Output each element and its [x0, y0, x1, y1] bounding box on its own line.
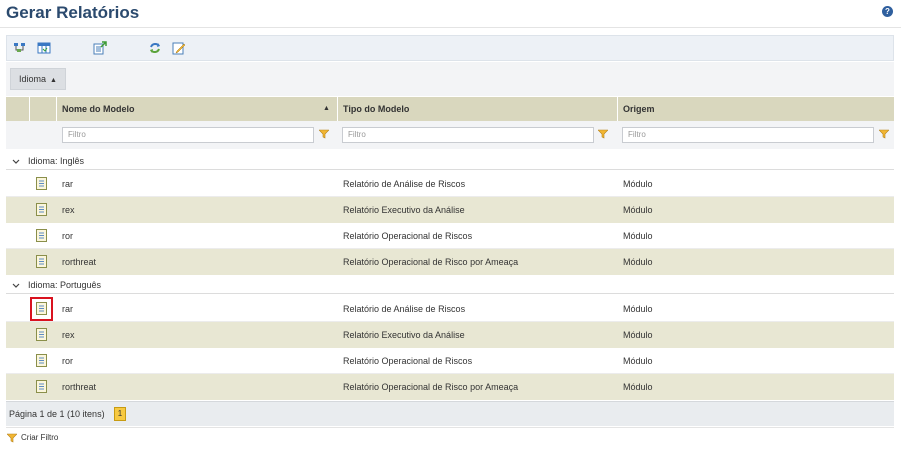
- cell-type: Relatório de Análise de Riscos: [343, 304, 466, 314]
- cell-name: ror: [62, 356, 73, 366]
- page-button-1[interactable]: 1: [114, 407, 126, 421]
- table-row[interactable]: rorthreat Relatório Operacional de Risco…: [6, 249, 894, 275]
- group-chip-label: Idioma: [19, 74, 47, 84]
- filter-funnel-icon[interactable]: [598, 129, 608, 139]
- table-row[interactable]: rorthreat Relatório Operacional de Risco…: [6, 374, 894, 400]
- cell-type: Relatório Operacional de Risco por Ameaç…: [343, 257, 519, 267]
- column-header-name[interactable]: Nome do Modelo: [62, 97, 135, 121]
- group-label: Idioma: Inglês: [28, 156, 85, 166]
- cell-origin: Módulo: [623, 356, 653, 366]
- cell-origin: Módulo: [623, 382, 653, 392]
- page-title: Gerar Relatórios: [6, 3, 140, 22]
- cell-origin: Módulo: [623, 205, 653, 215]
- report-icon[interactable]: [36, 203, 47, 216]
- table-row[interactable]: rar Relatório de Análise de Riscos Módul…: [6, 171, 894, 197]
- cell-type: Relatório Operacional de Riscos: [343, 356, 473, 366]
- title-bar: Gerar Relatórios ?: [0, 0, 901, 28]
- group-header[interactable]: Idioma: Inglês: [6, 154, 894, 170]
- filter-funnel-icon[interactable]: [879, 129, 889, 139]
- cell-type: Relatório Executivo da Análise: [343, 205, 465, 215]
- cell-origin: Módulo: [623, 257, 653, 267]
- refresh-icon[interactable]: [148, 41, 162, 55]
- group-by-icon[interactable]: [13, 41, 27, 55]
- footer: Criar Filtro: [6, 427, 894, 447]
- cell-type: Relatório de Análise de Riscos: [343, 179, 466, 189]
- cell-type: Relatório Operacional de Risco por Ameaç…: [343, 382, 519, 392]
- cell-name: rar: [62, 304, 73, 314]
- filter-funnel-icon[interactable]: [7, 433, 17, 443]
- pager: Página 1 de 1 (10 itens) 1: [6, 401, 894, 426]
- report-icon[interactable]: [36, 255, 47, 268]
- cell-name: rex: [62, 205, 75, 215]
- sort-asc-icon: ▲: [50, 77, 57, 84]
- report-icon[interactable]: [36, 177, 47, 190]
- group-label: Idioma: Português: [28, 280, 102, 290]
- cell-origin: Módulo: [623, 304, 653, 314]
- table-row[interactable]: ror Relatório Operacional de Riscos Módu…: [6, 348, 894, 374]
- table-row[interactable]: rex Relatório Executivo da Análise Módul…: [6, 197, 894, 223]
- report-icon[interactable]: [36, 328, 47, 341]
- create-filter-link[interactable]: Criar Filtro: [21, 428, 58, 448]
- cell-origin: Módulo: [623, 231, 653, 241]
- cell-name: rar: [62, 179, 73, 189]
- table-row[interactable]: rex Relatório Executivo da Análise Módul…: [6, 322, 894, 348]
- columns-icon[interactable]: [37, 41, 51, 55]
- grid-header: Nome do Modelo ▲ Tipo do Modelo Origem: [6, 97, 894, 121]
- report-icon[interactable]: [36, 302, 47, 315]
- report-icon[interactable]: [36, 229, 47, 242]
- report-icon[interactable]: [36, 354, 47, 367]
- export-icon[interactable]: [93, 41, 107, 55]
- cell-type: Relatório Executivo da Análise: [343, 330, 465, 340]
- cell-name: rorthreat: [62, 257, 97, 267]
- cell-name: rorthreat: [62, 382, 97, 392]
- toolbar: [6, 35, 894, 61]
- cell-origin: Módulo: [623, 179, 653, 189]
- cell-name: rex: [62, 330, 75, 340]
- pager-summary: Página 1 de 1 (10 itens): [9, 409, 105, 419]
- table-row[interactable]: rar Relatório de Análise de Riscos Módul…: [6, 296, 894, 322]
- column-header-type[interactable]: Tipo do Modelo: [343, 97, 409, 121]
- group-header[interactable]: Idioma: Português: [6, 278, 894, 294]
- group-chip-idioma[interactable]: Idioma ▲: [10, 68, 66, 90]
- cell-origin: Módulo: [623, 330, 653, 340]
- filter-funnel-icon[interactable]: [319, 129, 329, 139]
- filter-row: Filtro Filtro Filtro: [6, 121, 894, 149]
- cell-name: ror: [62, 231, 73, 241]
- cell-type: Relatório Operacional de Riscos: [343, 231, 473, 241]
- filter-input-type[interactable]: Filtro: [342, 127, 594, 143]
- table-row[interactable]: ror Relatório Operacional de Riscos Módu…: [6, 223, 894, 249]
- report-icon[interactable]: [36, 380, 47, 393]
- filter-input-origin[interactable]: Filtro: [622, 127, 874, 143]
- group-panel: Idioma ▲: [6, 62, 894, 96]
- column-header-origin[interactable]: Origem: [623, 97, 655, 121]
- chevron-down-icon[interactable]: [12, 158, 20, 166]
- edit-icon[interactable]: [172, 41, 186, 55]
- sort-asc-icon: ▲: [323, 105, 330, 112]
- chevron-down-icon[interactable]: [12, 282, 20, 290]
- help-icon[interactable]: ?: [882, 6, 893, 17]
- filter-input-name[interactable]: Filtro: [62, 127, 314, 143]
